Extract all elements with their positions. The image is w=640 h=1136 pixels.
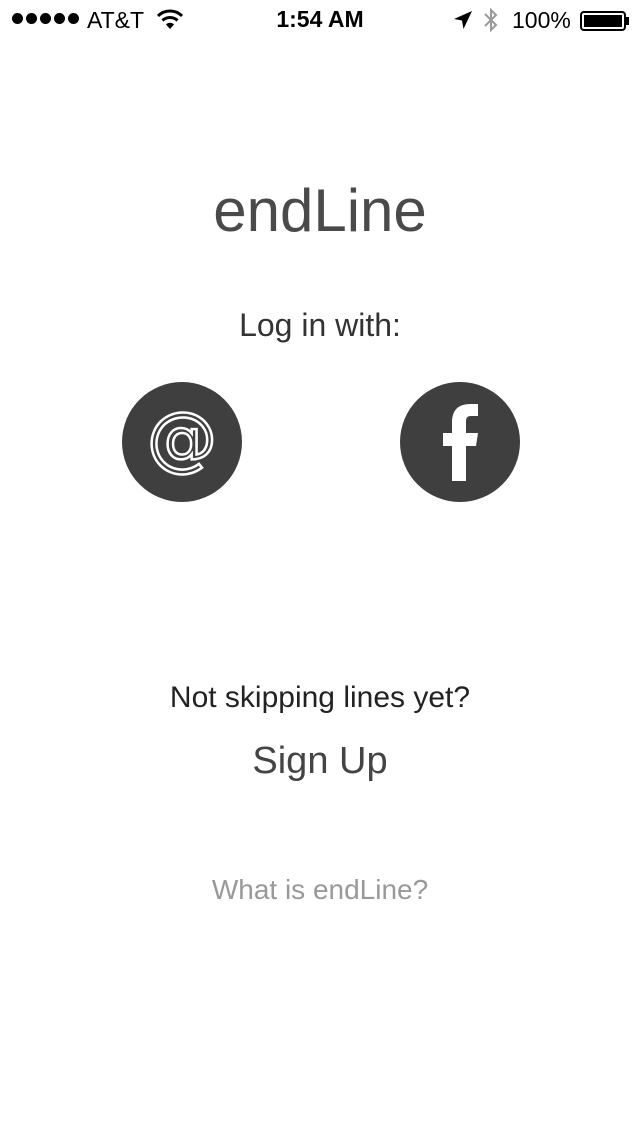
battery-icon xyxy=(580,11,629,31)
status-bar: AT&T 1:54 AM 100% xyxy=(0,0,640,40)
signup-button[interactable]: Sign Up xyxy=(220,736,420,786)
email-login-button[interactable]: @ xyxy=(122,382,242,502)
bluetooth-icon xyxy=(484,7,498,33)
battery-percentage: 100% xyxy=(512,7,571,33)
svg-text:@: @ xyxy=(147,397,217,479)
facebook-login-button[interactable] xyxy=(400,382,520,502)
what-is-endline-link[interactable]: What is endLine? xyxy=(170,872,470,908)
login-prompt: Log in with: xyxy=(239,307,401,343)
app-title: endLine xyxy=(213,177,427,244)
at-sign-icon: @ xyxy=(146,396,219,481)
signup-tagline: Not skipping lines yet? xyxy=(169,681,471,714)
location-arrow-icon xyxy=(454,11,472,29)
facebook-icon xyxy=(443,404,478,481)
